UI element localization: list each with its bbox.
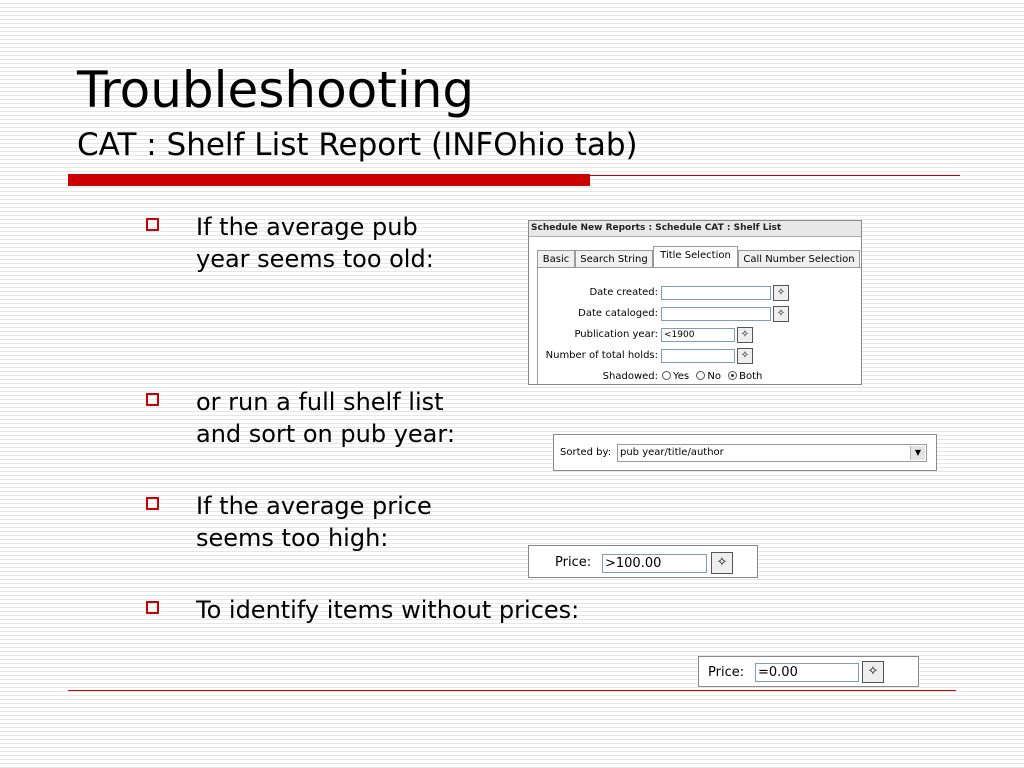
date-cataloged-row: Date cataloged: xyxy=(538,306,658,322)
shelf-list-report-panel: Schedule New Reports : Schedule CAT : Sh… xyxy=(528,220,862,385)
date-created-input[interactable] xyxy=(661,286,771,300)
slide-subtitle: CAT : Shelf List Report (INFOhio tab) xyxy=(77,127,638,163)
tab-title-selection[interactable]: Title Selection xyxy=(653,246,738,268)
price-label: Price: xyxy=(708,665,745,680)
square-bullet-icon xyxy=(146,601,159,614)
gavel-lookup-icon[interactable]: ✧ xyxy=(737,327,753,343)
tab-search-string[interactable]: Search String xyxy=(575,250,653,267)
square-bullet-icon xyxy=(146,497,159,510)
field-label: Date cataloged: xyxy=(578,308,658,319)
title-underline xyxy=(68,174,590,186)
square-bullet-icon xyxy=(146,393,159,406)
chevron-down-icon[interactable]: ▼ xyxy=(910,446,925,460)
gavel-lookup-icon[interactable]: ✧ xyxy=(773,285,789,301)
total-holds-row: Number of total holds: xyxy=(538,348,658,364)
date-created-row: Date created: xyxy=(538,285,658,301)
gavel-lookup-icon[interactable]: ✧ xyxy=(773,306,789,322)
radio-label: Yes xyxy=(673,371,690,382)
square-bullet-icon xyxy=(146,218,159,231)
radio-both[interactable] xyxy=(728,371,738,380)
shadowed-options: Yes No Both xyxy=(658,369,762,385)
total-holds-input[interactable] xyxy=(661,349,735,363)
radio-label: Both xyxy=(739,371,763,382)
field-label: Publication year: xyxy=(574,329,658,340)
radio-yes[interactable] xyxy=(662,371,671,380)
shadowed-row: Shadowed: xyxy=(538,369,658,385)
field-label: Number of total holds: xyxy=(545,350,658,361)
price-input[interactable]: =0.00 xyxy=(755,663,859,682)
bullet-text: To identify items without prices: xyxy=(196,596,580,624)
radio-label: No xyxy=(707,371,721,382)
price-panel-high: Price: >100.00 ✧ xyxy=(528,545,758,578)
publication-year-input[interactable]: <1900 xyxy=(661,328,735,342)
date-cataloged-input[interactable] xyxy=(661,307,771,321)
field-label: Shadowed: xyxy=(602,371,658,382)
tab-body: Date created: ✧ Date cataloged: ✧ Public… xyxy=(537,267,861,384)
price-panel-zero: Price: =0.00 ✧ xyxy=(698,656,919,687)
radio-no[interactable] xyxy=(696,371,706,380)
price-label: Price: xyxy=(555,555,592,570)
tab-call-number-selection[interactable]: Call Number Selection xyxy=(738,250,860,267)
sorted-by-select[interactable]: pub year/title/author ▼ xyxy=(617,444,927,462)
sorted-by-value: pub year/title/author xyxy=(620,447,724,458)
gavel-lookup-icon[interactable]: ✧ xyxy=(862,661,884,683)
slide-title: Troubleshooting xyxy=(77,61,475,119)
sort-panel: Sorted by: pub year/title/author ▼ xyxy=(553,434,937,471)
field-label: Date created: xyxy=(589,287,658,298)
footer-rule xyxy=(68,690,956,691)
panel-header: Schedule New Reports : Schedule CAT : Sh… xyxy=(529,221,861,237)
title-underline-thin xyxy=(590,175,960,176)
tab-basic[interactable]: Basic xyxy=(537,250,575,267)
publication-year-row: Publication year: xyxy=(538,327,658,343)
gavel-lookup-icon[interactable]: ✧ xyxy=(711,552,733,574)
price-input[interactable]: >100.00 xyxy=(602,554,707,573)
sorted-by-label: Sorted by: xyxy=(560,447,612,458)
gavel-lookup-icon[interactable]: ✧ xyxy=(737,348,753,364)
